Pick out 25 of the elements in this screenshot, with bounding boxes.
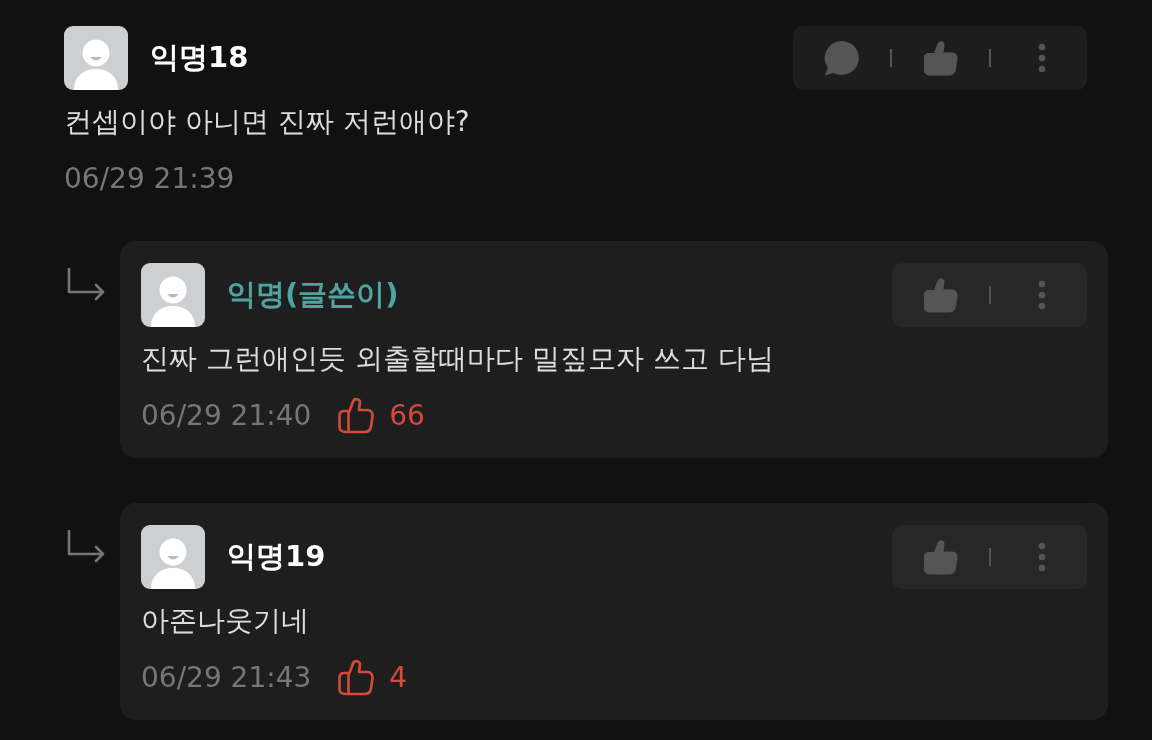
- thumbs-up-icon[interactable]: [922, 40, 959, 76]
- comment-text: 아존나웃기네: [141, 603, 310, 639]
- timestamp: 06/29 21:40: [141, 398, 312, 432]
- thumbs-up-icon[interactable]: [922, 539, 959, 575]
- comment-text: 컨셉이야 아니면 진짜 저런애야?: [64, 104, 471, 140]
- reply-arrow-icon: [66, 268, 106, 302]
- speech-bubble-icon[interactable]: [823, 40, 860, 76]
- avatar-icon: [64, 26, 128, 90]
- timestamp: 06/29 21:43: [141, 660, 312, 694]
- avatar-icon: [141, 263, 205, 327]
- author-name: 익명19: [227, 538, 326, 575]
- like-count: 66: [389, 398, 425, 432]
- thumbs-up-icon: [337, 396, 376, 434]
- more-options-icon[interactable]: [1038, 280, 1046, 310]
- reply-arrow-icon: [66, 530, 106, 564]
- thumbs-up-icon: [337, 658, 376, 696]
- more-options-icon[interactable]: [1038, 43, 1046, 73]
- author-name: 익명18: [150, 39, 249, 76]
- like-count: 4: [389, 660, 408, 694]
- timestamp: 06/29 21:39: [64, 161, 235, 195]
- comment-text: 진짜 그런애인듯 외출할때마다 밀짚모자 쓰고 다님: [141, 341, 775, 377]
- avatar-icon: [141, 525, 205, 589]
- more-options-icon[interactable]: [1038, 542, 1046, 572]
- author-name: 익명(글쓴이): [227, 276, 399, 313]
- thumbs-up-icon[interactable]: [922, 277, 959, 313]
